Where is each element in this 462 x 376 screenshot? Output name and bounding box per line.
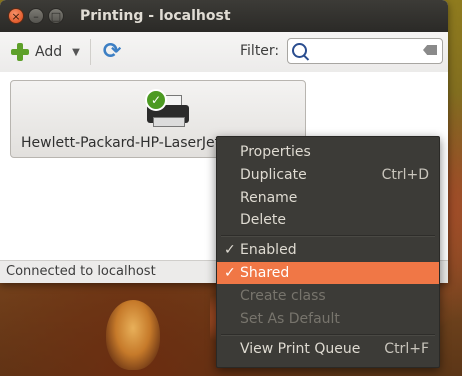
status-text: Connected to localhost xyxy=(6,264,156,279)
menu-item-enabled[interactable]: ✓ Enabled xyxy=(217,239,439,261)
menu-item-shared[interactable]: ✓ Shared xyxy=(217,262,439,284)
toolbar-separator xyxy=(89,39,91,65)
menu-item-duplicate[interactable]: Duplicate Ctrl+D xyxy=(217,164,439,186)
menu-item-label: Duplicate xyxy=(240,167,307,183)
plus-icon xyxy=(10,42,30,62)
menu-item-label: Properties xyxy=(240,144,311,160)
menu-item-label: Enabled xyxy=(240,242,297,258)
menu-item-set-default: Set As Default xyxy=(217,308,439,330)
menu-item-properties[interactable]: Properties xyxy=(217,141,439,163)
title-bar[interactable]: × – □ Printing - localhost xyxy=(0,0,448,32)
menu-item-label: Rename xyxy=(240,190,298,206)
add-dropdown-button[interactable]: ▼ xyxy=(72,47,80,58)
wallpaper-flower xyxy=(106,300,160,370)
menu-item-shortcut: Ctrl+D xyxy=(381,167,429,183)
filter-label: Filter: xyxy=(240,43,280,59)
menu-item-create-class: Create class xyxy=(217,285,439,307)
default-check-icon: ✓ xyxy=(145,89,167,111)
menu-separator xyxy=(221,235,435,237)
window-title: Printing - localhost xyxy=(80,8,231,24)
menu-item-view-print-queue[interactable]: View Print Queue Ctrl+F xyxy=(217,338,439,360)
maximize-icon: □ xyxy=(50,9,62,23)
toolbar: Add ▼ ⟳ Filter: xyxy=(0,32,448,73)
menu-item-label: Create class xyxy=(240,288,326,304)
context-menu: Properties Duplicate Ctrl+D Rename Delet… xyxy=(216,136,440,368)
clear-icon[interactable] xyxy=(423,45,437,55)
menu-item-rename[interactable]: Rename xyxy=(217,187,439,209)
maximize-button[interactable]: □ xyxy=(48,8,64,24)
menu-item-label: View Print Queue xyxy=(240,341,361,357)
search-icon xyxy=(292,43,307,58)
add-label: Add xyxy=(35,44,63,60)
printer-icon: ✓ xyxy=(145,89,189,127)
filter-input[interactable] xyxy=(287,38,443,64)
menu-separator xyxy=(221,334,435,336)
menu-item-label: Shared xyxy=(240,265,290,281)
menu-item-label: Delete xyxy=(240,212,286,228)
check-icon: ✓ xyxy=(224,265,236,281)
close-icon: × xyxy=(11,9,21,23)
close-button[interactable]: × xyxy=(8,8,24,24)
minimize-icon: – xyxy=(33,9,39,23)
add-button[interactable]: Add xyxy=(10,42,62,62)
menu-item-delete[interactable]: Delete xyxy=(217,209,439,231)
menu-item-shortcut: Ctrl+F xyxy=(384,341,429,357)
refresh-icon[interactable]: ⟳ xyxy=(103,41,121,63)
check-icon: ✓ xyxy=(224,242,236,258)
minimize-button[interactable]: – xyxy=(28,8,44,24)
menu-item-label: Set As Default xyxy=(240,311,340,327)
printer-tray xyxy=(153,117,185,127)
